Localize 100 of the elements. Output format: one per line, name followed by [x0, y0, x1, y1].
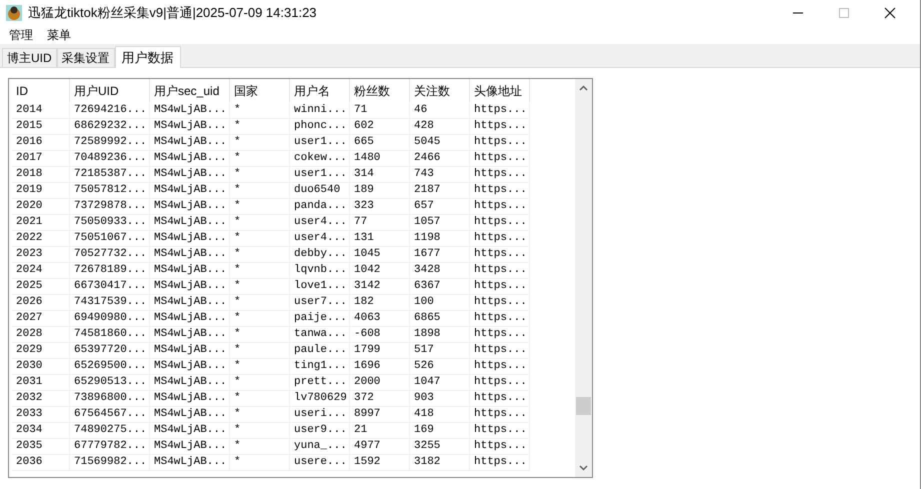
table-cell: 314 [350, 167, 410, 183]
table-cell: MS4wLjAB... [150, 103, 230, 119]
table-cell: love1... [290, 279, 350, 295]
scroll-up-icon[interactable] [579, 85, 588, 91]
app-icon [6, 5, 22, 21]
table-cell: * [230, 311, 290, 327]
scroll-down-icon[interactable] [579, 465, 588, 471]
table-cell: 2032 [12, 391, 70, 407]
table-cell: https... [470, 343, 530, 359]
table-cell: 1677 [410, 247, 470, 263]
table-cell: https... [470, 423, 530, 439]
table-cell: * [230, 279, 290, 295]
table-cell: 2036 [12, 455, 70, 471]
table-cell: MS4wLjAB... [150, 215, 230, 231]
table-cell: 2031 [12, 375, 70, 391]
table-cell: 65397720... [70, 343, 150, 359]
table-cell: 665 [350, 135, 410, 151]
tab[interactable]: 博主UID [2, 48, 57, 67]
column-header[interactable]: 头像地址 [470, 79, 530, 102]
table-cell: 1480 [350, 151, 410, 167]
table-cell: 2025 [12, 279, 70, 295]
table-cell: paule... [290, 343, 350, 359]
table-cell: * [230, 167, 290, 183]
table-cell: MS4wLjAB... [150, 135, 230, 151]
table-cell: MS4wLjAB... [150, 423, 230, 439]
table-cell: MS4wLjAB... [150, 279, 230, 295]
table-cell: MS4wLjAB... [150, 119, 230, 135]
table-cell: https... [470, 327, 530, 343]
table-cell: 3182 [410, 455, 470, 471]
table-cell: 1047 [410, 375, 470, 391]
table-cell: 2026 [12, 295, 70, 311]
table-cell: * [230, 343, 290, 359]
table-cell: 182 [350, 295, 410, 311]
column-header[interactable]: 用户sec_uid [150, 79, 230, 102]
table-cell: * [230, 231, 290, 247]
table-cell: user9... [290, 423, 350, 439]
table-cell: https... [470, 151, 530, 167]
table-cell: debby... [290, 247, 350, 263]
table-cell: https... [470, 439, 530, 455]
column-header[interactable]: 用户UID [70, 79, 150, 102]
tab[interactable]: 用户数据 [114, 46, 181, 68]
column-header[interactable]: 粉丝数 [350, 79, 410, 102]
table-cell: 2028 [12, 327, 70, 343]
table-cell: * [230, 295, 290, 311]
table-cell: duo6540 [290, 183, 350, 199]
close-icon[interactable] [884, 7, 896, 19]
scrollbar[interactable] [575, 79, 592, 477]
table-cell: 2017 [12, 151, 70, 167]
table-cell: 5045 [410, 135, 470, 151]
table-cell: 4063 [350, 311, 410, 327]
table-cell: lv780629 [290, 391, 350, 407]
table-cell: MS4wLjAB... [150, 231, 230, 247]
table-cell: 2014 [12, 103, 70, 119]
menu-item[interactable]: 菜单 [46, 26, 72, 44]
column-header[interactable]: 国家 [230, 79, 290, 102]
table-cell: 2016 [12, 135, 70, 151]
table-cell: https... [470, 295, 530, 311]
table-cell: MS4wLjAB... [150, 375, 230, 391]
table-cell: paije... [290, 311, 350, 327]
table-cell: 75057812... [70, 183, 150, 199]
table-cell: 70527732... [70, 247, 150, 263]
table-cell: 1045 [350, 247, 410, 263]
table-cell: * [230, 199, 290, 215]
table-cell: 71569982... [70, 455, 150, 471]
table-cell: MS4wLjAB... [150, 247, 230, 263]
column-header[interactable]: ID [12, 79, 70, 102]
table-cell: lqvnb... [290, 263, 350, 279]
table-cell: 2024 [12, 263, 70, 279]
table-cell: MS4wLjAB... [150, 391, 230, 407]
table-cell: https... [470, 247, 530, 263]
menu-item[interactable]: 管理 [8, 26, 34, 44]
column-header[interactable]: 用户名 [290, 79, 350, 102]
table-cell: 2019 [12, 183, 70, 199]
table-cell: MS4wLjAB... [150, 183, 230, 199]
table-cell: https... [470, 215, 530, 231]
table-cell: 3255 [410, 439, 470, 455]
table-cell: 2033 [12, 407, 70, 423]
table-cell: https... [470, 279, 530, 295]
table-cell: 72589992... [70, 135, 150, 151]
table-cell: * [230, 183, 290, 199]
table-cell: 67779782... [70, 439, 150, 455]
table-cell: * [230, 215, 290, 231]
table-cell: 2034 [12, 423, 70, 439]
table-cell: * [230, 103, 290, 119]
table-cell: 73896800... [70, 391, 150, 407]
table-cell: 75051067... [70, 231, 150, 247]
table-cell: 3142 [350, 279, 410, 295]
table-cell: https... [470, 183, 530, 199]
table-cell: user4... [290, 231, 350, 247]
scroll-thumb[interactable] [576, 397, 591, 415]
table-cell: 2035 [12, 439, 70, 455]
tab[interactable]: 采集设置 [56, 48, 115, 67]
table-cell: -608 [350, 327, 410, 343]
table-cell: 2023 [12, 247, 70, 263]
table-cell: MS4wLjAB... [150, 151, 230, 167]
table-cell: 428 [410, 119, 470, 135]
table-cell: 903 [410, 391, 470, 407]
table-cell: 6367 [410, 279, 470, 295]
column-header[interactable]: 关注数 [410, 79, 470, 102]
table-cell: * [230, 407, 290, 423]
